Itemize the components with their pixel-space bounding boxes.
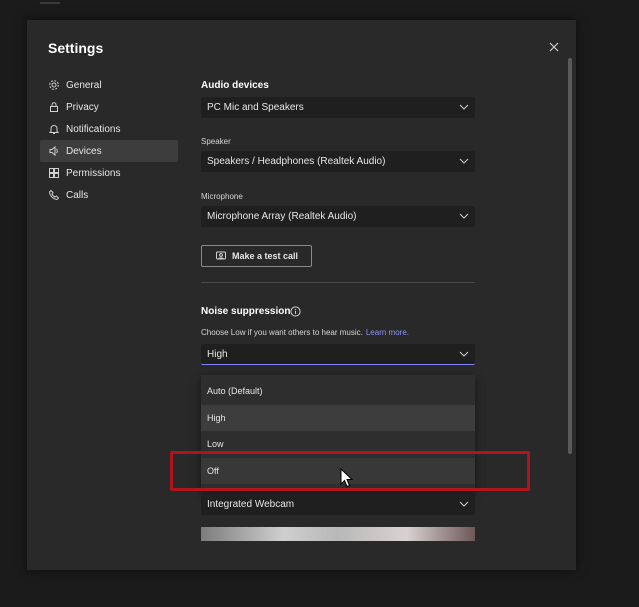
grid-icon <box>48 167 60 179</box>
chevron-down-icon <box>459 102 469 112</box>
microphone-select[interactable]: Microphone Array (Realtek Audio) <box>201 206 475 227</box>
section-divider <box>201 282 475 283</box>
speaker-icon <box>48 145 60 157</box>
test-call-label: Make a test call <box>231 251 299 261</box>
nav-item-permissions[interactable]: Permissions <box>40 162 178 184</box>
top-edge-line <box>40 2 60 4</box>
chevron-down-icon <box>459 499 469 509</box>
camera-select[interactable]: Integrated Webcam <box>201 494 475 515</box>
nav-label: Notifications <box>66 123 121 135</box>
nav-label: Permissions <box>66 167 121 179</box>
nav-label: Privacy <box>66 101 99 113</box>
dialog-title: Settings <box>48 40 104 56</box>
nav-item-privacy[interactable]: Privacy <box>40 96 178 118</box>
select-value: Microphone Array (Realtek Audio) <box>207 211 357 222</box>
scrollbar[interactable] <box>568 58 572 454</box>
chevron-down-icon <box>459 349 469 359</box>
option-high[interactable]: High <box>201 404 475 431</box>
nav-label: Devices <box>66 145 102 157</box>
learn-more-link[interactable]: Learn more. <box>366 328 409 337</box>
nav-item-notifications[interactable]: Notifications <box>40 118 178 140</box>
settings-dialog: Settings General Privacy Notifications D… <box>27 20 576 570</box>
webcam-preview <box>201 527 475 541</box>
select-value: Integrated Webcam <box>207 499 295 510</box>
close-icon <box>549 42 559 52</box>
chevron-down-icon <box>459 211 469 221</box>
bell-icon <box>48 123 60 135</box>
nav-item-devices[interactable]: Devices <box>40 140 178 162</box>
option-off[interactable]: Off <box>201 457 475 484</box>
noise-suppression-select[interactable]: High <box>201 344 475 365</box>
microphone-label: Microphone <box>201 192 243 201</box>
noise-suppression-heading: Noise suppression <box>201 306 291 317</box>
lock-icon <box>48 101 60 113</box>
speaker-select[interactable]: Speakers / Headphones (Realtek Audio) <box>201 151 475 172</box>
select-value: PC Mic and Speakers <box>207 102 304 113</box>
nav-label: General <box>66 79 102 91</box>
nav-item-general[interactable]: General <box>40 74 178 96</box>
settings-nav: General Privacy Notifications Devices Pe… <box>40 74 178 206</box>
noise-helper-text: Choose Low if you want others to hear mu… <box>201 328 409 337</box>
phone-icon <box>48 189 60 201</box>
nav-label: Calls <box>66 189 89 201</box>
select-value: High <box>207 348 228 360</box>
option-auto[interactable]: Auto (Default) <box>201 378 475 405</box>
make-test-call-button[interactable]: Make a test call <box>201 245 312 267</box>
chevron-down-icon <box>459 156 469 166</box>
select-value: Speakers / Headphones (Realtek Audio) <box>207 156 386 167</box>
devices-panel: Audio devices PC Mic and Speakers Speake… <box>201 20 475 570</box>
audio-device-select[interactable]: PC Mic and Speakers <box>201 97 475 118</box>
close-button[interactable] <box>547 40 561 54</box>
nav-item-calls[interactable]: Calls <box>40 184 178 206</box>
speaker-label: Speaker <box>201 137 231 146</box>
gear-icon <box>48 79 60 91</box>
test-call-icon <box>215 250 227 262</box>
noise-suppression-dropdown: Auto (Default) High Low Off <box>201 375 475 491</box>
audio-devices-heading: Audio devices <box>201 80 269 91</box>
option-low[interactable]: Low <box>201 431 475 458</box>
info-icon[interactable] <box>290 306 301 317</box>
